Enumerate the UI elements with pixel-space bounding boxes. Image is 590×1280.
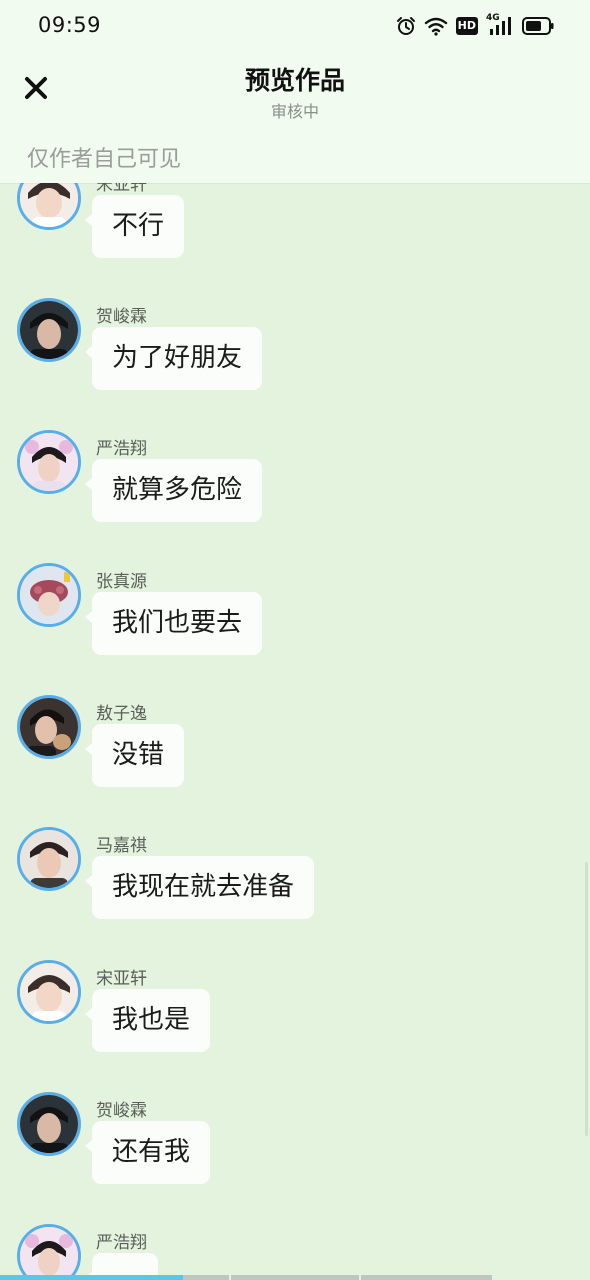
avatar[interactable] xyxy=(17,695,81,759)
message-bubble[interactable]: 就算多危险 xyxy=(84,459,263,522)
avatar[interactable] xyxy=(17,1092,81,1156)
avatar[interactable] xyxy=(17,960,81,1024)
page-subtitle: 审核中 xyxy=(270,102,319,121)
signal-4g-icon: 4G xyxy=(486,13,514,37)
message-bubble[interactable]: 没错 xyxy=(84,724,185,787)
progress-segment xyxy=(231,1275,359,1280)
sender-name: 贺峻霖 xyxy=(96,307,147,327)
nav-bar: 预览作品 审核中 xyxy=(0,52,590,128)
sender-name: 严浩翔 xyxy=(96,1233,147,1253)
sender-name: 敖子逸 xyxy=(96,704,147,724)
battery-icon xyxy=(522,17,554,35)
status-icons: HD 4G xyxy=(396,13,554,38)
avatar[interactable] xyxy=(17,430,81,494)
progress-fill xyxy=(0,1275,183,1280)
scrollbar[interactable] xyxy=(585,862,588,1136)
sender-name: 宋亚轩 xyxy=(96,969,147,989)
avatar[interactable] xyxy=(17,298,81,362)
message-bubble[interactable]: 我也是 xyxy=(84,989,211,1052)
header: 09:59 HD 4G 预览作品 审核中 仅作者自己可见 xyxy=(0,0,590,183)
message-bubble[interactable]: 我现在就去准备 xyxy=(84,856,315,919)
hd-icon: HD xyxy=(455,17,478,35)
message-bubble[interactable]: 还有我 xyxy=(84,1121,211,1184)
avatar[interactable] xyxy=(17,563,81,627)
progress-segment xyxy=(361,1275,492,1280)
message-bubble[interactable]: 为了好朋友 xyxy=(84,327,263,390)
message-bubble[interactable]: 不行 xyxy=(84,195,185,258)
sender-name: 马嘉祺 xyxy=(96,836,147,856)
sender-name: 张真源 xyxy=(96,572,147,592)
sender-name: 严浩翔 xyxy=(96,439,147,459)
avatar[interactable] xyxy=(17,827,81,891)
visibility-note: 仅作者自己可见 xyxy=(27,147,182,172)
message-bubble[interactable]: 我们也要去 xyxy=(84,592,263,655)
progress-bar xyxy=(0,1275,590,1280)
avatar[interactable] xyxy=(17,1224,81,1280)
alarm-icon xyxy=(396,16,416,36)
wifi-icon xyxy=(424,16,448,36)
sender-name: 贺峻霖 xyxy=(96,1101,147,1121)
progress-segment xyxy=(183,1275,229,1280)
status-bar: 09:59 HD 4G xyxy=(0,0,590,52)
status-time: 09:59 xyxy=(38,13,102,37)
chat-message-list[interactable]: 宋亚轩 不行 贺峻霖 为了好朋友 严浩翔 就算多危险 张真源 我们也要去 敖子逸… xyxy=(0,0,590,1280)
page-title: 预览作品 xyxy=(244,66,345,95)
